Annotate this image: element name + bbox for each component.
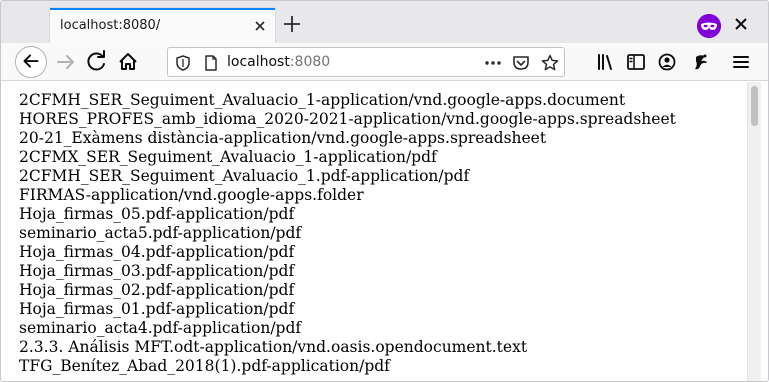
file-list: 2CFMH_SER_Seguiment_Avaluacio_1-applicat… [19, 91, 676, 376]
more-horizontal-icon[interactable] [484, 54, 502, 72]
tab-active[interactable]: localhost:8080/ [50, 8, 275, 43]
window-close-icon[interactable] [734, 17, 748, 31]
star-icon[interactable] [541, 54, 559, 72]
url-port: :8080 [289, 54, 331, 70]
list-item: 2CFMX_SER_Seguiment_Avaluacio_1-applicat… [19, 148, 437, 166]
list-item: 2CFMH_SER_Seguiment_Avaluacio_1.pdf-appl… [19, 167, 470, 185]
list-item: 20-21_Exàmens distància-application/vnd.… [19, 129, 547, 147]
sidebar-icon[interactable] [622, 48, 650, 76]
page-content: 2CFMH_SER_Seguiment_Avaluacio_1-applicat… [1, 82, 747, 381]
list-item: Hoja_firmas_02.pdf-application/pdf [19, 281, 295, 299]
back-button[interactable] [15, 46, 47, 78]
extension-icon[interactable] [687, 48, 715, 76]
vertical-scrollbar[interactable] [747, 82, 761, 381]
list-item: 2CFMH_SER_Seguiment_Avaluacio_1-applicat… [19, 91, 626, 109]
private-browsing-mask-icon [697, 14, 721, 38]
page-icon[interactable] [202, 54, 220, 72]
navigation-toolbar: localhost:8080 [1, 43, 768, 81]
library-icon[interactable] [592, 48, 620, 76]
list-item: seminario_acta5.pdf-application/pdf [19, 224, 302, 242]
plus-icon[interactable] [282, 14, 302, 34]
list-item: Hoja_firmas_03.pdf-application/pdf [19, 262, 295, 280]
forward-arrow-icon[interactable] [52, 48, 80, 76]
list-item: FIRMAS-application/vnd.google-apps.folde… [19, 186, 364, 204]
tab-strip: localhost:8080/ [1, 1, 768, 43]
url-bar[interactable]: localhost:8080 [167, 47, 565, 77]
list-item: 2.3.3. Análisis MFT.odt-application/vnd.… [19, 338, 528, 356]
back-arrow-icon [23, 54, 39, 68]
shield-icon[interactable] [174, 54, 192, 72]
list-item: seminario_acta4.pdf-application/pdf [19, 319, 302, 337]
list-item: Hoja_firmas_05.pdf-application/pdf [19, 205, 295, 223]
list-item: Hoja_firmas_01.pdf-application/pdf [19, 300, 295, 318]
account-icon[interactable] [653, 48, 681, 76]
list-item: Hoja_firmas_04.pdf-application/pdf [19, 243, 295, 261]
list-item: HORES_PROFES_amb_idioma_2020-2021-applic… [19, 110, 676, 128]
pocket-icon[interactable] [512, 54, 530, 72]
url-host: localhost [227, 54, 290, 70]
hamburger-menu-icon[interactable] [727, 48, 755, 76]
scrollbar-thumb[interactable] [751, 86, 758, 126]
url-text: localhost:8080 [227, 54, 330, 70]
list-item: TFG_Benítez_Abad_2018(1).pdf-application… [19, 357, 390, 375]
reload-icon[interactable] [83, 48, 111, 76]
home-icon[interactable] [114, 48, 142, 76]
close-icon[interactable] [251, 17, 269, 35]
browser-window: localhost:8080/ localhost:8080 2CFMH_SER… [0, 0, 769, 382]
tab-title: localhost:8080/ [60, 18, 161, 33]
